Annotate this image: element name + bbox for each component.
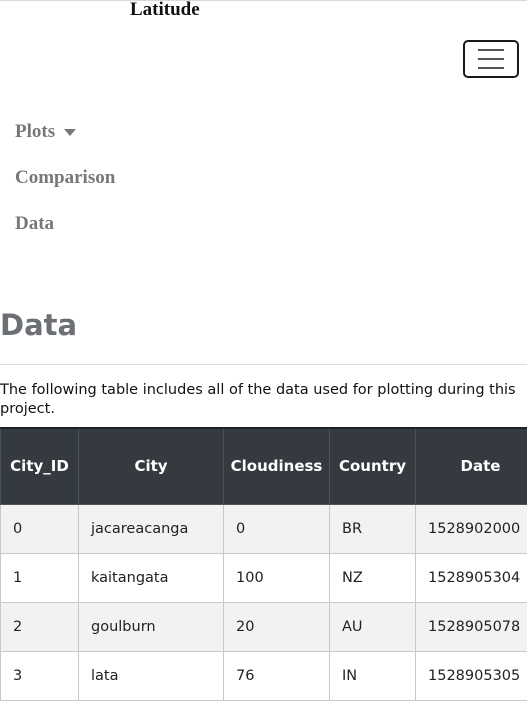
- column-header-city[interactable]: City: [78, 427, 224, 505]
- data-table: City_ID City Cloudiness Country Date 0 j…: [0, 427, 527, 701]
- nav-link-data[interactable]: Data: [15, 213, 54, 235]
- hamburger-icon: [478, 67, 504, 69]
- cell-country: NZ: [329, 552, 416, 603]
- table-row: 2 goulburn 20 AU 1528905078: [0, 601, 527, 652]
- nav-link-plots[interactable]: Plots: [15, 121, 77, 143]
- cell-date: 1528905078: [415, 601, 527, 652]
- table-row: 3 lata 76 IN 1528905305: [0, 650, 527, 701]
- column-header-city-id[interactable]: City_ID: [0, 427, 79, 505]
- nav-link-comparison[interactable]: Comparison: [15, 167, 115, 189]
- nav-link-label: Comparison: [15, 167, 116, 188]
- cell-cloudiness: 0: [223, 503, 330, 554]
- cell-cloudiness: 100: [223, 552, 330, 603]
- cell-date: 1528905305: [415, 650, 527, 701]
- table-header-row: City_ID City Cloudiness Country Date: [0, 427, 527, 505]
- table-row: 1 kaitangata 100 NZ 1528905304: [0, 552, 527, 603]
- hamburger-icon: [478, 49, 504, 51]
- nav-link-label: Plots: [15, 121, 56, 142]
- cell-country: IN: [329, 650, 416, 701]
- cell-date: 1528905304: [415, 552, 527, 603]
- navbar-brand[interactable]: Latitude: [130, 0, 200, 21]
- cell-cloudiness: 20: [223, 601, 330, 652]
- hamburger-icon: [478, 58, 504, 60]
- cell-date: 1528902000: [415, 503, 527, 554]
- cell-city: jacareacanga: [78, 503, 224, 554]
- nav-link-label: Data: [15, 213, 55, 234]
- column-header-cloudiness[interactable]: Cloudiness: [223, 427, 330, 505]
- cell-city: kaitangata: [78, 552, 224, 603]
- cell-city-id: 2: [0, 601, 79, 652]
- cell-city-id: 1: [0, 552, 79, 603]
- cell-city-id: 0: [0, 503, 79, 554]
- divider: [0, 364, 527, 365]
- caret-down-icon: [64, 128, 77, 136]
- cell-city: goulburn: [78, 601, 224, 652]
- cell-city-id: 3: [0, 650, 79, 701]
- cell-country: BR: [329, 503, 416, 554]
- top-border: [0, 0, 527, 1]
- cell-cloudiness: 76: [223, 650, 330, 701]
- table-row: 0 jacareacanga 0 BR 1528902000: [0, 503, 527, 554]
- cell-country: AU: [329, 601, 416, 652]
- column-header-country[interactable]: Country: [329, 427, 416, 505]
- column-header-date[interactable]: Date: [415, 427, 527, 505]
- page-title: Data: [0, 308, 78, 342]
- cell-city: lata: [78, 650, 224, 701]
- navbar-toggler-button[interactable]: [463, 40, 519, 78]
- data-table-container[interactable]: City_ID City Cloudiness Country Date 0 j…: [0, 427, 527, 706]
- intro-text: The following table includes all of the …: [0, 382, 516, 417]
